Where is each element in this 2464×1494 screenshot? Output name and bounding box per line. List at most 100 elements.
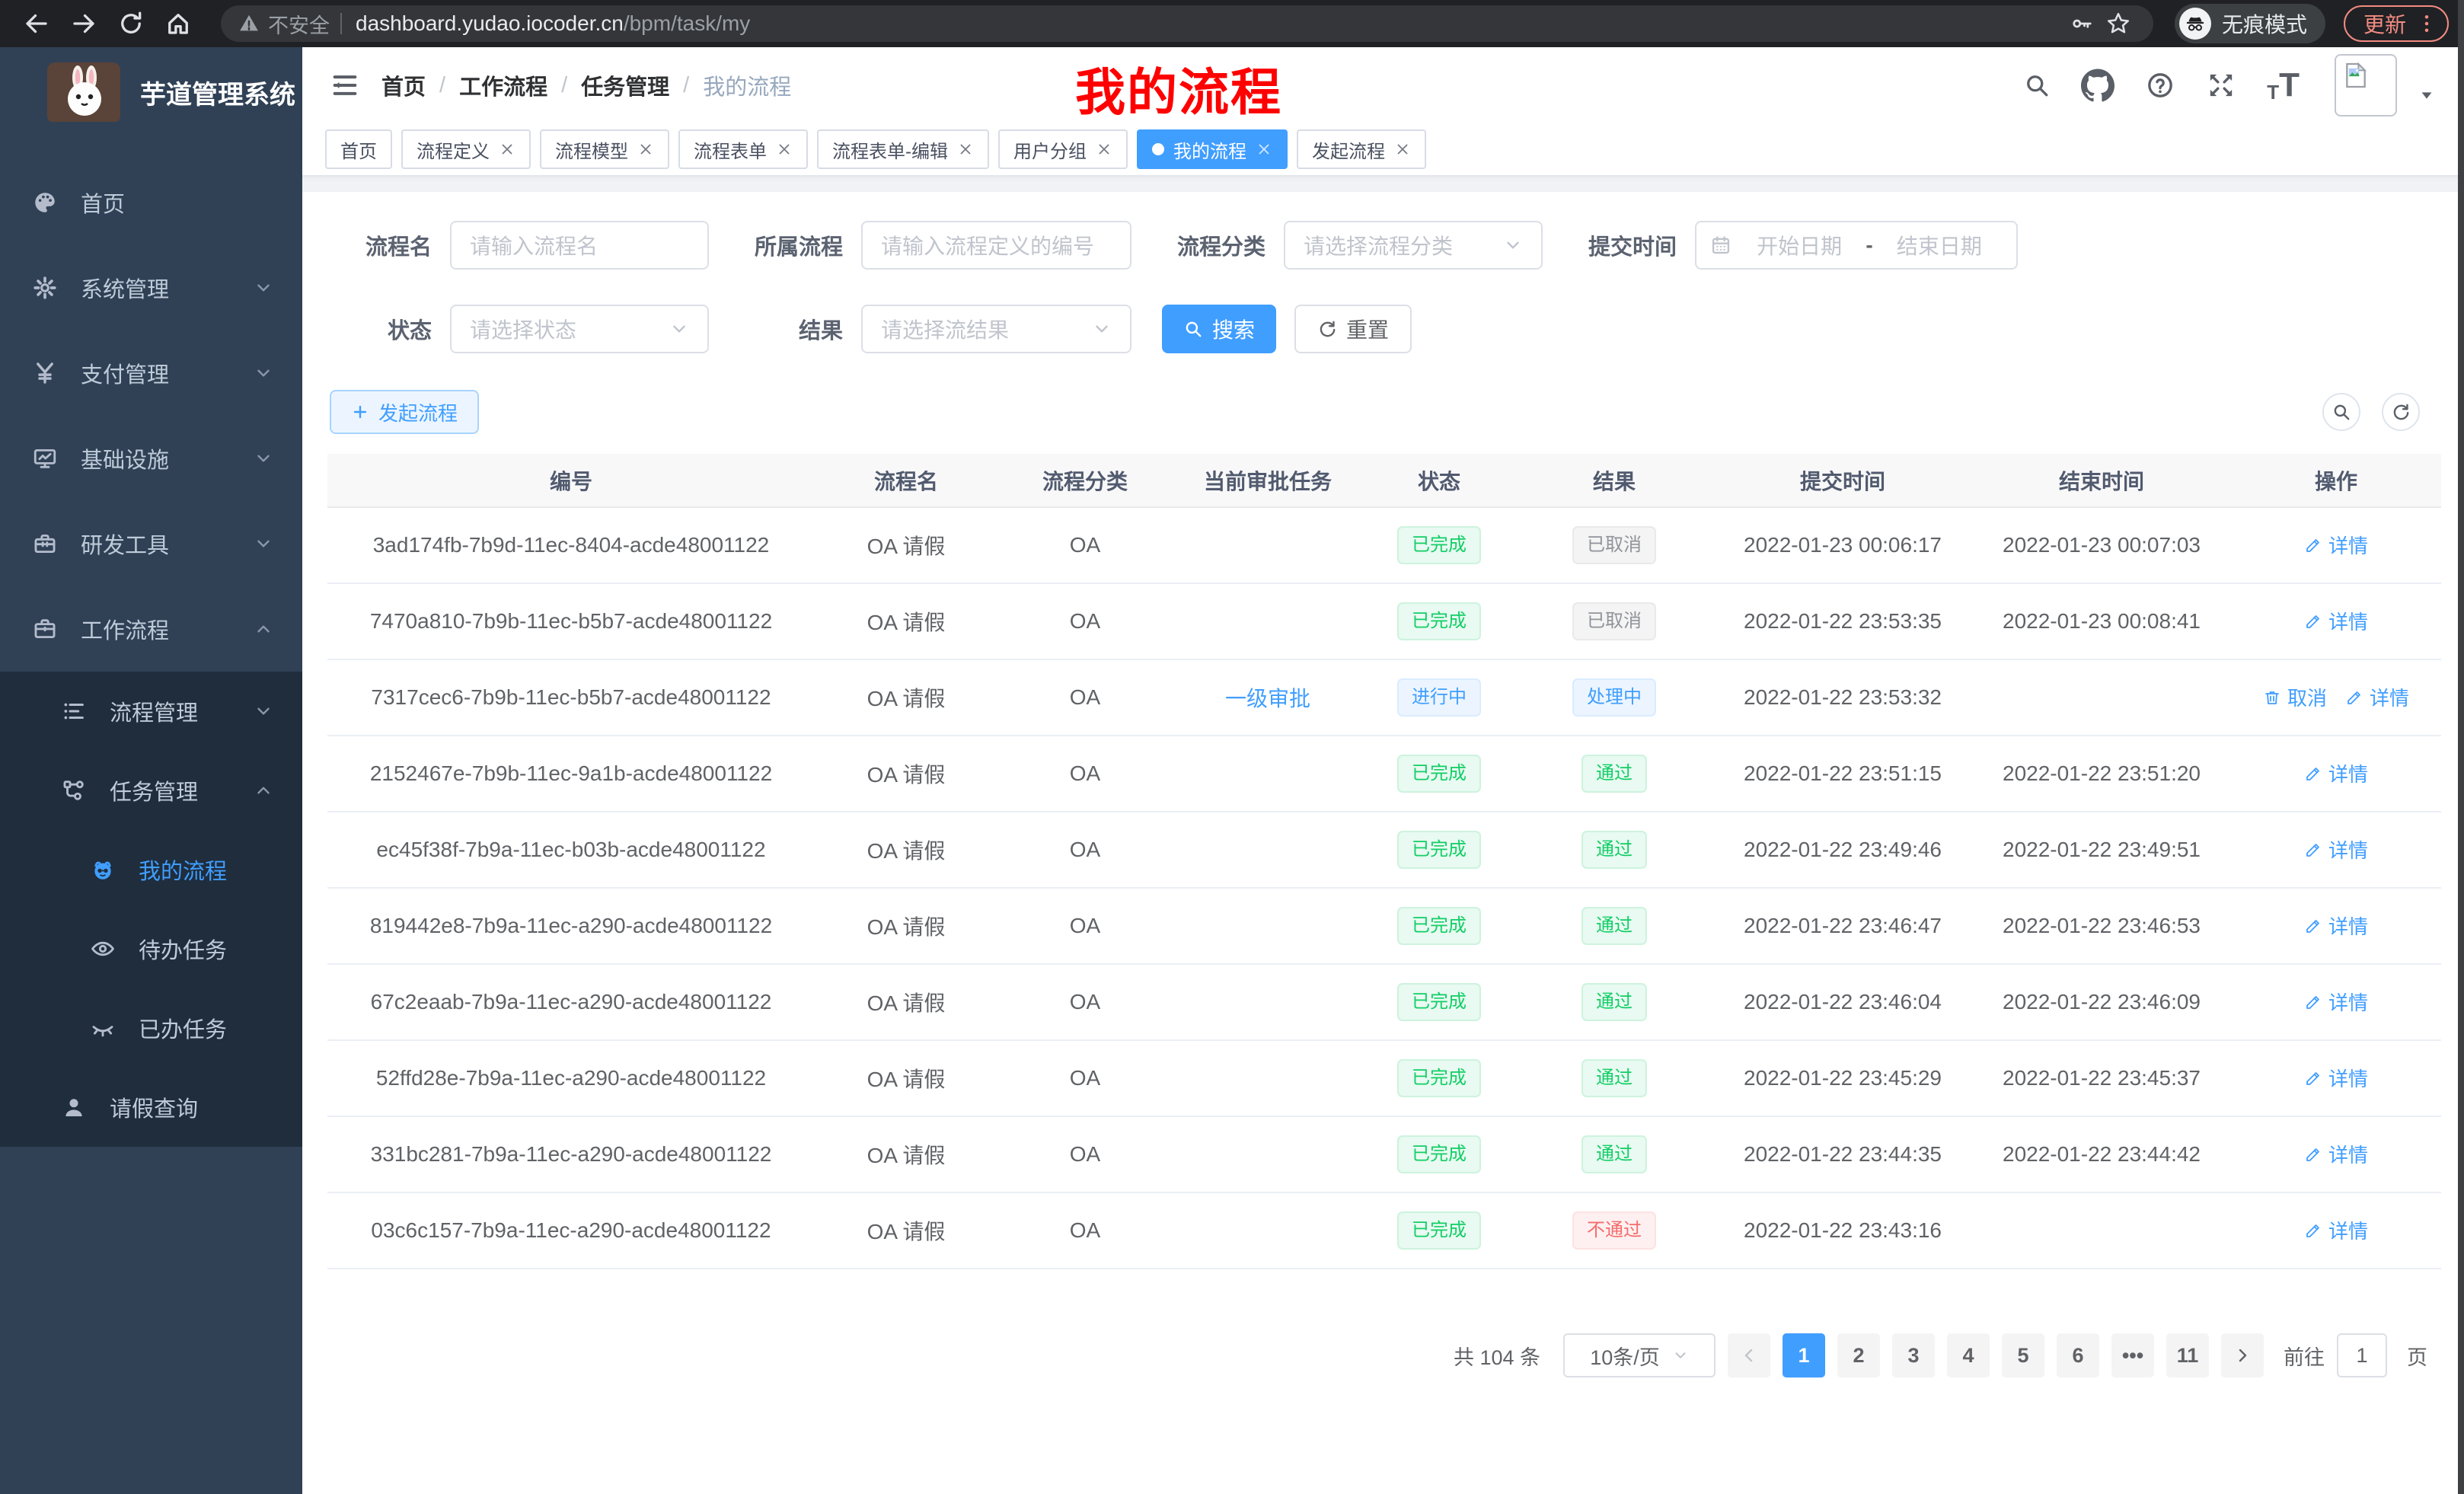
- sidebar-item-系统管理[interactable]: 系统管理: [0, 245, 302, 330]
- cell-id: 331bc281-7b9a-11ec-a290-acde48001122: [327, 1116, 815, 1192]
- annotation-text: 我的流程: [1075, 52, 1282, 125]
- category-select[interactable]: 请选择流程分类: [1284, 221, 1543, 270]
- browser-reload-button[interactable]: [110, 2, 152, 45]
- home-icon: [164, 10, 192, 37]
- tab-label: 发起流程: [1312, 136, 1385, 163]
- process-name-input[interactable]: 请输入流程名: [450, 221, 709, 270]
- close-icon[interactable]: [1394, 141, 1411, 158]
- sidebar-item-研发工具[interactable]: 研发工具: [0, 501, 302, 586]
- avatar[interactable]: [2335, 54, 2397, 117]
- tab-流程表单[interactable]: 流程表单: [678, 129, 808, 169]
- app-logo[interactable]: 芋道管理系统: [0, 47, 302, 137]
- sidebar-item-任务管理[interactable]: 任务管理: [0, 751, 302, 830]
- refresh-table-button[interactable]: [2382, 393, 2420, 431]
- fullscreen-button[interactable]: [2206, 70, 2236, 101]
- close-icon[interactable]: [499, 141, 515, 158]
- current-task-link[interactable]: 一级审批: [1225, 687, 1310, 710]
- status-select[interactable]: 请选择状态: [450, 305, 709, 353]
- page-button-4[interactable]: 4: [1947, 1333, 1990, 1377]
- sidebar-item-基础设施[interactable]: 基础设施: [0, 416, 302, 501]
- cell-actions: 详情: [2231, 1040, 2441, 1116]
- detail-action-link[interactable]: 详情: [2304, 911, 2368, 940]
- github-link-button[interactable]: [2081, 69, 2115, 102]
- search-button[interactable]: 搜索: [1162, 305, 1276, 353]
- detail-action-link[interactable]: 详情: [2304, 531, 2368, 559]
- sidebar-item-工作流程[interactable]: 工作流程: [0, 586, 302, 672]
- create-process-button[interactable]: 发起流程: [330, 390, 479, 434]
- browser-back-button[interactable]: [15, 2, 58, 45]
- header-search-button[interactable]: [2023, 72, 2051, 99]
- page-button-11[interactable]: 11: [2166, 1333, 2209, 1377]
- cancel-action-link[interactable]: 取消: [2263, 683, 2327, 711]
- tab-发起流程[interactable]: 发起流程: [1297, 129, 1426, 169]
- owning-process-input[interactable]: 请输入流程定义的编号: [861, 221, 1131, 270]
- toggle-search-button[interactable]: [2322, 393, 2360, 431]
- font-size-button[interactable]: TT: [2267, 69, 2300, 102]
- address-bar[interactable]: 不安全 dashboard.yudao.iocoder.cn/bpm/task/…: [221, 5, 2153, 42]
- browser-home-button[interactable]: [157, 2, 199, 45]
- avatar-caret-icon[interactable]: [2418, 87, 2435, 104]
- detail-action-link[interactable]: 详情: [2304, 759, 2368, 787]
- submit-time-range-picker[interactable]: 开始日期 - 结束日期: [1695, 221, 2018, 270]
- monitor-icon: [32, 445, 58, 471]
- sidebar-item-首页[interactable]: 首页: [0, 160, 302, 245]
- browser-forward-button[interactable]: [62, 2, 105, 45]
- detail-action-link[interactable]: 详情: [2304, 1216, 2368, 1244]
- table-row: 331bc281-7b9a-11ec-a290-acde48001122OA 请…: [327, 1116, 2441, 1192]
- page-button-5[interactable]: 5: [2002, 1333, 2044, 1377]
- breadcrumb-item[interactable]: 首页: [381, 69, 426, 101]
- breadcrumb-item[interactable]: 工作流程: [459, 69, 547, 101]
- bookmark-star-button[interactable]: [2100, 5, 2137, 42]
- eye-icon: [90, 936, 116, 962]
- cell-current-task: [1173, 1192, 1363, 1269]
- sidebar-item-请假查询[interactable]: 请假查询: [0, 1068, 302, 1147]
- close-icon[interactable]: [1096, 141, 1112, 158]
- goto-page-input[interactable]: 1: [2337, 1333, 2387, 1377]
- page-size-select[interactable]: 10条/页: [1563, 1333, 1716, 1377]
- content-panel: 流程名 请输入流程名 所属流程 请输入流程定义的编号 流程分类 请选择流程分类 …: [302, 192, 2464, 1494]
- sidebar-item-待办任务[interactable]: 待办任务: [0, 909, 302, 988]
- table-row: 03c6c157-7b9a-11ec-a290-acde48001122OA 请…: [327, 1192, 2441, 1269]
- tab-我的流程[interactable]: 我的流程: [1137, 129, 1288, 169]
- page-button-6[interactable]: 6: [2057, 1333, 2099, 1377]
- sidebar-item-支付管理[interactable]: 支付管理: [0, 330, 302, 416]
- detail-action-link[interactable]: 详情: [2345, 683, 2409, 711]
- close-icon[interactable]: [957, 141, 974, 158]
- next-page-button[interactable]: [2221, 1333, 2264, 1377]
- reset-button[interactable]: 重置: [1294, 305, 1412, 353]
- close-icon[interactable]: [637, 141, 654, 158]
- detail-action-link[interactable]: 详情: [2304, 988, 2368, 1016]
- detail-action-link[interactable]: 详情: [2304, 1064, 2368, 1092]
- detail-action-link[interactable]: 详情: [2304, 607, 2368, 635]
- tab-流程模型[interactable]: 流程模型: [540, 129, 669, 169]
- tab-用户分组[interactable]: 用户分组: [998, 129, 1128, 169]
- sidebar-item-我的流程[interactable]: 我的流程: [0, 830, 302, 909]
- breadcrumb-item[interactable]: 任务管理: [581, 69, 669, 101]
- pages-ellipsis[interactable]: •••: [2111, 1333, 2154, 1377]
- page-button-1[interactable]: 1: [1783, 1333, 1825, 1377]
- cell-actions: 详情: [2231, 888, 2441, 964]
- sidebar-collapse-button[interactable]: [322, 62, 368, 108]
- tab-流程定义[interactable]: 流程定义: [401, 129, 531, 169]
- cell-status: 已完成: [1363, 1116, 1515, 1192]
- sidebar-item-已办任务[interactable]: 已办任务: [0, 988, 302, 1068]
- security-warning-icon[interactable]: [238, 12, 260, 35]
- tab-label: 用户分组: [1013, 136, 1087, 163]
- sidebar-item-流程管理[interactable]: 流程管理: [0, 672, 302, 751]
- close-icon[interactable]: [776, 141, 793, 158]
- sidebar-item-label: 请假查询: [110, 1091, 198, 1123]
- tab-首页[interactable]: 首页: [325, 129, 392, 169]
- prev-page-button[interactable]: [1728, 1333, 1770, 1377]
- close-icon[interactable]: [1256, 141, 1272, 158]
- tab-流程表单-编辑[interactable]: 流程表单-编辑: [817, 129, 989, 169]
- result-select[interactable]: 请选择流结果: [861, 305, 1131, 353]
- pen-icon: [2345, 688, 2363, 707]
- browser-update-button[interactable]: 更新: [2344, 5, 2449, 42]
- detail-action-link[interactable]: 详情: [2304, 835, 2368, 864]
- detail-action-link[interactable]: 详情: [2304, 1140, 2368, 1168]
- password-key-button[interactable]: [2063, 5, 2100, 42]
- page-button-3[interactable]: 3: [1892, 1333, 1935, 1377]
- help-button[interactable]: [2145, 70, 2175, 101]
- chevron-down-icon: [1092, 319, 1112, 339]
- page-button-2[interactable]: 2: [1837, 1333, 1880, 1377]
